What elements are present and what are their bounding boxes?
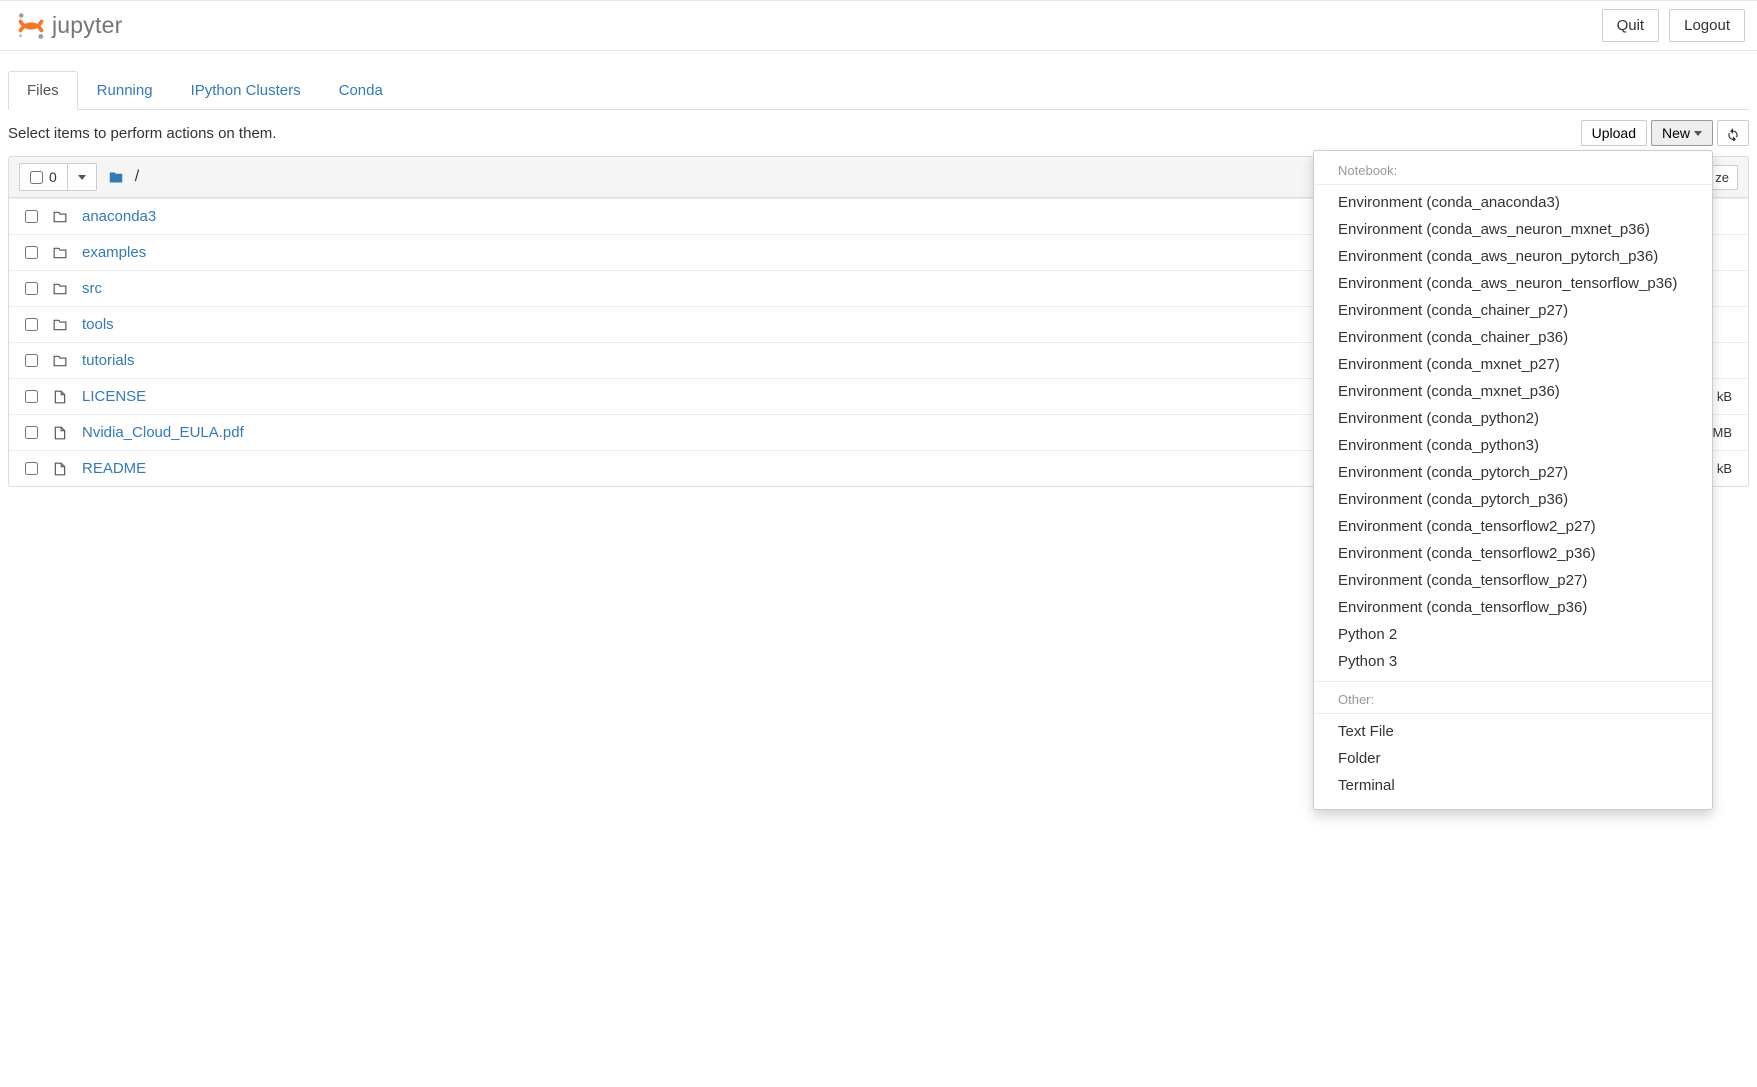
tab-conda[interactable]: Conda <box>320 71 402 110</box>
selected-count: 0 <box>49 169 57 185</box>
file-icon-wrap <box>52 389 68 405</box>
tab-files[interactable]: Files <box>8 71 78 110</box>
folder-icon <box>52 282 68 296</box>
main-tabs: Files Running IPython Clusters Conda <box>8 71 1749 110</box>
dropdown-item-notebook-11[interactable]: Environment (conda_pytorch_p36) <box>1314 486 1712 513</box>
tabs-container: Files Running IPython Clusters Conda <box>0 71 1757 110</box>
logout-button[interactable]: Logout <box>1669 9 1745 42</box>
row-checkbox[interactable] <box>25 354 38 367</box>
dropdown-item-notebook-5[interactable]: Environment (conda_chainer_p36) <box>1314 324 1712 351</box>
folder-icon-wrap <box>52 210 68 224</box>
folder-icon-wrap <box>52 246 68 260</box>
row-checkbox[interactable] <box>25 426 38 439</box>
dropdown-item-other-2[interactable]: Terminal <box>1314 772 1712 799</box>
dropdown-item-notebook-10[interactable]: Environment (conda_pytorch_p27) <box>1314 459 1712 486</box>
logo-text: jupyter <box>52 12 122 39</box>
quit-button[interactable]: Quit <box>1602 9 1660 42</box>
file-icon-wrap <box>52 461 68 477</box>
dropdown-header-notebook: Notebook: <box>1314 159 1712 185</box>
folder-icon <box>52 354 68 368</box>
dropdown-item-notebook-6[interactable]: Environment (conda_mxnet_p27) <box>1314 351 1712 378</box>
breadcrumb-separator: / <box>135 168 139 186</box>
row-checkbox[interactable] <box>25 282 38 295</box>
dropdown-item-other-1[interactable]: Folder <box>1314 745 1712 772</box>
tab-ipython-clusters[interactable]: IPython Clusters <box>172 71 320 110</box>
folder-icon-wrap <box>52 318 68 332</box>
file-link[interactable]: anaconda3 <box>82 208 156 225</box>
file-size: MB <box>1713 425 1739 440</box>
folder-icon-wrap <box>52 282 68 296</box>
page-header: jupyter Quit Logout <box>0 0 1757 51</box>
refresh-button[interactable] <box>1717 120 1749 146</box>
dropdown-item-other-0[interactable]: Text File <box>1314 718 1712 745</box>
new-dropdown-menu: Notebook: Environment (conda_anaconda3)E… <box>1313 150 1713 810</box>
home-folder-icon[interactable] <box>107 168 125 186</box>
refresh-icon <box>1726 127 1740 141</box>
jupyter-logo-icon <box>16 11 46 41</box>
dropdown-item-notebook-8[interactable]: Environment (conda_python2) <box>1314 405 1712 432</box>
select-dropdown-toggle[interactable] <box>68 170 96 185</box>
dropdown-item-notebook-12[interactable]: Environment (conda_tensorflow2_p27) <box>1314 513 1712 540</box>
select-all-button[interactable]: 0 <box>19 163 97 191</box>
dropdown-item-notebook-17[interactable]: Python 3 <box>1314 648 1712 675</box>
file-link[interactable]: LICENSE <box>82 388 146 405</box>
upload-button[interactable]: Upload <box>1581 120 1647 146</box>
folder-icon <box>107 170 125 185</box>
file-icon <box>53 389 67 405</box>
dropdown-item-notebook-1[interactable]: Environment (conda_aws_neuron_mxnet_p36) <box>1314 216 1712 243</box>
file-size: kB <box>1717 461 1738 476</box>
action-buttons: Upload New Notebook: Environment (conda_… <box>1581 120 1749 146</box>
tab-running[interactable]: Running <box>78 71 172 110</box>
dropdown-item-notebook-0[interactable]: Environment (conda_anaconda3) <box>1314 189 1712 216</box>
file-icon <box>53 425 67 441</box>
file-icon <box>53 461 67 477</box>
dropdown-item-notebook-9[interactable]: Environment (conda_python3) <box>1314 432 1712 459</box>
folder-icon <box>52 318 68 332</box>
dropdown-item-notebook-7[interactable]: Environment (conda_mxnet_p36) <box>1314 378 1712 405</box>
dropdown-item-notebook-13[interactable]: Environment (conda_tensorflow2_p36) <box>1314 540 1712 567</box>
dropdown-divider <box>1314 681 1712 682</box>
breadcrumb-left: 0 / <box>19 163 139 191</box>
file-size: kB <box>1717 389 1738 404</box>
file-icon-wrap <box>52 425 68 441</box>
dropdown-item-notebook-14[interactable]: Environment (conda_tensorflow_p27) <box>1314 567 1712 594</box>
row-checkbox[interactable] <box>25 210 38 223</box>
file-link[interactable]: README <box>82 460 146 477</box>
caret-down-icon <box>78 175 86 180</box>
dropdown-header-other: Other: <box>1314 688 1712 714</box>
file-link[interactable]: Nvidia_Cloud_EULA.pdf <box>82 424 244 441</box>
file-link[interactable]: src <box>82 280 102 297</box>
new-button[interactable]: New <box>1651 120 1713 146</box>
header-buttons: Quit Logout <box>1602 9 1745 42</box>
file-link[interactable]: tools <box>82 316 114 333</box>
new-dropdown-wrap: New Notebook: Environment (conda_anacond… <box>1651 120 1713 146</box>
dropdown-item-notebook-4[interactable]: Environment (conda_chainer_p27) <box>1314 297 1712 324</box>
file-link[interactable]: examples <box>82 244 146 261</box>
row-checkbox[interactable] <box>25 390 38 403</box>
action-row: Select items to perform actions on them.… <box>0 110 1757 156</box>
new-button-label: New <box>1662 125 1690 141</box>
caret-down-icon <box>1694 131 1702 136</box>
dropdown-item-notebook-15[interactable]: Environment (conda_tensorflow_p36) <box>1314 594 1712 621</box>
folder-icon <box>52 210 68 224</box>
folder-icon <box>52 246 68 260</box>
folder-icon-wrap <box>52 354 68 368</box>
row-checkbox[interactable] <box>25 462 38 475</box>
dropdown-item-notebook-3[interactable]: Environment (conda_aws_neuron_tensorflow… <box>1314 270 1712 297</box>
dropdown-item-notebook-16[interactable]: Python 2 <box>1314 621 1712 648</box>
select-all-checkbox[interactable] <box>30 171 43 184</box>
row-checkbox[interactable] <box>25 318 38 331</box>
file-link[interactable]: tutorials <box>82 352 135 369</box>
row-checkbox[interactable] <box>25 246 38 259</box>
jupyter-logo[interactable]: jupyter <box>12 11 122 41</box>
action-hint: Select items to perform actions on them. <box>8 125 276 142</box>
dropdown-item-notebook-2[interactable]: Environment (conda_aws_neuron_pytorch_p3… <box>1314 243 1712 270</box>
